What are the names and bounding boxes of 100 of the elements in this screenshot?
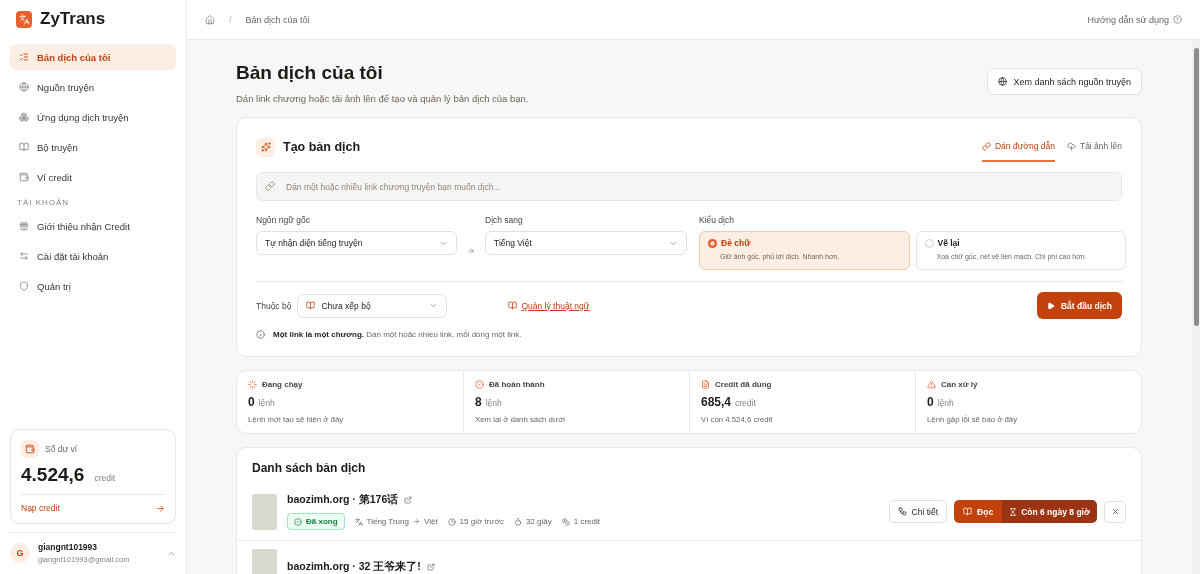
source-language: Tiếng Trung [366,517,409,526]
start-button[interactable]: Bắt đầu dịch [1037,292,1122,319]
stat-value: 685,4 [701,395,732,409]
coins-icon [561,517,570,526]
wallet-title: Số dư ví [45,444,78,454]
stat-label: Đang chạy [262,380,303,389]
glossary-link[interactable]: Quản lý thuật ngữ [508,300,590,311]
workflow-icon [897,507,907,516]
stat-unit: lệnh [258,398,275,408]
mode-title: Đè chữ [721,238,751,248]
field-label: Dịch sang [485,215,524,225]
tab[interactable]: Dán đường dẫn [982,132,1055,162]
stat-icon [701,380,710,389]
target-language: Việt [423,517,438,526]
stat-unit: lệnh [485,398,502,408]
top-up-link[interactable]: Nạp credit [21,494,165,513]
wallet-amount: 4.524,6 [21,464,85,486]
stat-unit: lệnh [937,398,954,408]
list-title: Danh sách bản dịch [251,460,367,477]
nav-item[interactable]: Cài đặt tài khoản [10,243,176,269]
user-avatar: G [10,543,30,563]
sources-button[interactable]: Xem danh sách nguồn truyện [987,68,1142,95]
details-button[interactable]: Chi tiết [888,500,948,523]
scrollbar[interactable] [1192,40,1200,574]
timer-icon [513,517,522,526]
expiry-label: Còn 6 ngày 8 giờ [1002,500,1097,523]
chapter-title[interactable]: baozimh.org · 32 王爷来了! [287,560,421,574]
mode-title: Vẽ lại [937,238,960,248]
arrow-right-icon [412,518,420,525]
link-icon [982,141,991,151]
nav-icon [19,251,29,261]
nav-icon [19,82,29,92]
tab[interactable]: Tải ảnh lên [1066,132,1122,162]
card-title: Tạo bản dịch [283,140,361,154]
nav-item[interactable]: Bộ truyện [10,134,176,160]
nav-icon [19,172,29,182]
stat-label: Đã hoàn thành [489,380,545,389]
book-icon [306,301,316,310]
stat-icon [248,380,257,389]
link-input-field[interactable]: Dán một hoặc nhiều link chương truyện bạn muốn dịch... [256,172,1122,201]
logo-icon [16,10,32,28]
wallet-unit: credit [94,473,116,483]
nav-icon [19,281,29,291]
breadcrumb-current: Bản dịch của tôi [245,14,310,25]
section-label: TÀI KHOẢN [16,197,71,209]
external-link-icon[interactable] [404,496,413,504]
stat-label: Cần xử lý [941,380,978,389]
breadcrumb-separator: / [229,14,232,25]
external-link-icon[interactable] [426,563,435,571]
brand-name: ZyTrans [40,9,106,29]
field-label: Ngôn ngữ gốc [256,215,311,225]
stat-value: 0 [927,395,934,409]
cloud-upload-icon [1066,141,1076,151]
field-label: Kiểu dịch [699,215,735,225]
stat-value: 8 [475,395,482,409]
user-name: giangnt101993 [38,542,99,552]
book-icon [508,301,518,310]
radio-icon [708,238,717,248]
wallet-icon [21,440,39,458]
target-language-select[interactable]: Tiếng Việt [485,231,687,255]
close-icon [1110,507,1120,516]
series-select[interactable]: Chưa xếp bộ [297,293,448,318]
arrow-right-icon [156,503,165,513]
nav-item[interactable]: Ứng dụng dịch truyện [10,104,176,130]
home-icon[interactable] [205,14,215,25]
book-icon [963,507,973,516]
source-language-select[interactable]: Tự nhận diện tiếng truyện [256,231,457,255]
clock-icon [447,517,456,526]
nav-icon [19,112,29,122]
stat-value: 0 [248,395,255,409]
read-button[interactable]: Đọc [954,500,1003,523]
nav-item[interactable]: Nguồn truyện [10,74,176,100]
nav-item[interactable]: Bản dịch của tôi [10,44,176,70]
arrow-icon [467,246,475,255]
field-label: Thuộc bộ [256,300,292,311]
info-icon [256,330,265,339]
nav-item[interactable]: Quản trị [10,273,176,299]
stat-icon [927,380,936,389]
stat-label: Credit đã dùng [715,380,772,389]
series-value: Chưa xếp bộ [321,300,371,311]
check-icon [294,517,302,526]
translate-icon [354,517,363,526]
sparkle-icon [256,137,275,157]
page-title: Bản dịch của tôi [236,62,384,84]
nav-item[interactable]: Ví credit [10,164,176,190]
globe-icon [998,77,1008,86]
time-ago: 15 giờ trước [459,517,504,526]
duration: 32 giây [525,517,552,526]
chevron-down-icon [429,301,439,310]
chapter-title[interactable]: baozimh.org · 第176话 [287,493,399,507]
help-link[interactable]: Hướng dẫn sử dụng [1087,14,1169,25]
help-icon [1173,15,1182,24]
cover-placeholder [252,493,277,530]
link-icon [265,181,275,191]
nav-item[interactable]: Giới thiệu nhận Credit [10,213,176,239]
page-subtitle: Dán link chương hoặc tải ảnh lên để tạo và quản lý bản dịch của bạn. [236,93,529,104]
play-icon [1047,301,1055,310]
nav-icon [19,52,29,62]
nav-icon [19,221,29,231]
nav-icon [19,142,29,152]
